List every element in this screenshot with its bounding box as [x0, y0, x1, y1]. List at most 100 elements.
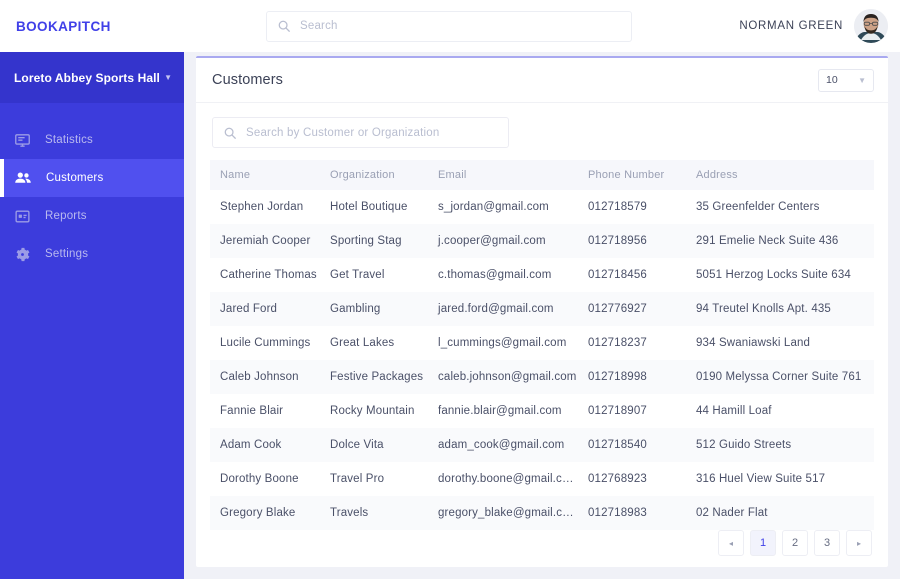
pagination: ◂ 1 2 3 ▸: [196, 530, 888, 572]
cell-phone-number: 012718237: [588, 337, 647, 349]
people-icon: [14, 169, 32, 187]
app-logo[interactable]: BOOKAPITCH: [0, 19, 184, 34]
column-header-email[interactable]: Email: [428, 160, 578, 190]
sidebar-org-title: Loreto Abbey Sports Hall: [14, 70, 160, 85]
table-row[interactable]: Fannie Blair Rocky Mountain fannie.blair@g…: [210, 394, 874, 428]
pagination-prev-button[interactable]: ◂: [718, 530, 744, 556]
cell-phone-number: 012718579: [588, 201, 647, 213]
table-row[interactable]: Caleb Johnson Festive Packages caleb.johns…: [210, 360, 874, 394]
page-title: Customers: [212, 72, 283, 88]
cell-email: s_jordan@gmail.com: [438, 201, 549, 213]
gear-icon: [14, 246, 31, 263]
pagination-page-2[interactable]: 2: [782, 530, 808, 556]
cell-phone-number: 012718907: [588, 405, 647, 417]
pagination-next-button[interactable]: ▸: [846, 530, 872, 556]
chevron-down-icon: ▼: [858, 75, 866, 85]
search-icon: [223, 126, 237, 140]
global-search-input[interactable]: Search: [266, 10, 632, 42]
table-head: Name Organization Email Phone Number Add…: [210, 160, 874, 190]
cell-organization: Travels: [330, 507, 369, 519]
cell-name: Caleb Johnson: [220, 371, 299, 383]
sidebar-nav: Statistics Customers Reports Settings: [0, 103, 184, 273]
sidebar-org-selector[interactable]: Loreto Abbey Sports Hall ▼: [0, 52, 184, 103]
cell-organization: Dolce Vita: [330, 439, 384, 451]
cell-email: fannie.blair@gmail.com: [438, 405, 562, 417]
cell-email: c.thomas@gmail.com: [438, 269, 552, 281]
table-header-row: Name Organization Email Phone Number Add…: [210, 160, 874, 190]
customers-table: Name Organization Email Phone Number Add…: [210, 160, 874, 530]
cell-email: caleb.johnson@gmail.com: [438, 371, 577, 383]
page-size-value: 10: [826, 74, 838, 86]
cell-address: 316 Huel View Suite 517: [696, 473, 826, 485]
table-row[interactable]: Jeremiah Cooper Sporting Stag j.cooper@gma…: [210, 224, 874, 258]
cell-name: Adam Cook: [220, 439, 282, 451]
pagination-page-1[interactable]: 1: [750, 530, 776, 556]
cell-name: Catherine Thomas: [220, 269, 317, 281]
cell-email: dorothy.boone@gmail.com: [438, 473, 578, 485]
monitor-icon: [14, 132, 31, 149]
cell-name: Fannie Blair: [220, 405, 284, 417]
page-body: Loreto Abbey Sports Hall ▼ Statistics Cu…: [0, 52, 900, 579]
cell-address: 02 Nader Flat: [696, 507, 768, 519]
column-header-organization[interactable]: Organization: [320, 160, 428, 190]
cell-name: Jared Ford: [220, 303, 278, 315]
page-size-select[interactable]: 10 ▼: [818, 68, 874, 92]
cell-phone-number: 012768923: [588, 473, 647, 485]
table-row[interactable]: Gregory Blake Travels gregory_blake@gmail.…: [210, 496, 874, 530]
sidebar: Loreto Abbey Sports Hall ▼ Statistics Cu…: [0, 52, 184, 579]
table-search-input[interactable]: Search by Customer or Organization: [212, 117, 509, 148]
cell-organization: Gambling: [330, 303, 381, 315]
avatar[interactable]: [854, 9, 888, 43]
table-row[interactable]: Dorothy Boone Travel Pro dorothy.boone@gma…: [210, 462, 874, 496]
table-row[interactable]: Jared Ford Gambling jared.ford@gmail.com 01…: [210, 292, 874, 326]
cell-organization: Rocky Mountain: [330, 405, 415, 417]
user-menu[interactable]: NORMAN GREEN: [739, 9, 888, 43]
cell-name: Dorothy Boone: [220, 473, 299, 485]
sidebar-item-statistics[interactable]: Statistics: [0, 121, 184, 159]
card-header: Customers 10 ▼: [196, 58, 888, 103]
customers-card: Customers 10 ▼ Search by Customer or Org…: [196, 56, 888, 567]
column-header-address[interactable]: Address: [686, 160, 874, 190]
cell-address: 0190 Melyssa Corner Suite 761: [696, 371, 862, 383]
cell-organization: Hotel Boutique: [330, 201, 408, 213]
table-search-placeholder: Search by Customer or Organization: [246, 126, 440, 139]
sidebar-item-label: Customers: [46, 172, 104, 184]
sidebar-item-label: Settings: [45, 248, 89, 260]
cell-address: 44 Hamill Loaf: [696, 405, 772, 417]
column-header-name[interactable]: Name: [210, 160, 320, 190]
top-bar: BOOKAPITCH Search NORMAN GREEN: [0, 0, 900, 52]
table-search-wrapper: Search by Customer or Organization: [196, 103, 888, 160]
cell-organization: Travel Pro: [330, 473, 385, 485]
sidebar-item-customers[interactable]: Customers: [0, 159, 184, 197]
table-row[interactable]: Adam Cook Dolce Vita adam_cook@gmail.com 01…: [210, 428, 874, 462]
table-body: Stephen Jordan Hotel Boutique s_jordan@gma…: [210, 190, 874, 530]
cell-address: 291 Emelie Neck Suite 436: [696, 235, 839, 247]
table-row[interactable]: Lucile Cummings Great Lakes l_cummings@gma…: [210, 326, 874, 360]
cell-organization: Festive Packages: [330, 371, 424, 383]
cell-email: gregory_blake@gmail.com: [438, 507, 578, 519]
cell-phone-number: 012776927: [588, 303, 647, 315]
global-search-wrapper: Search: [266, 10, 632, 42]
pagination-page-3[interactable]: 3: [814, 530, 840, 556]
global-search-placeholder: Search: [300, 20, 338, 32]
user-name-label: NORMAN GREEN: [739, 20, 843, 32]
table-row[interactable]: Catherine Thomas Get Travel c.thomas@gmail…: [210, 258, 874, 292]
cell-email: adam_cook@gmail.com: [438, 439, 565, 451]
customers-table-wrapper: Name Organization Email Phone Number Add…: [196, 160, 888, 530]
main-content: Customers 10 ▼ Search by Customer or Org…: [184, 52, 900, 579]
chevron-down-icon: ▼: [164, 72, 172, 82]
cell-address: 35 Greenfelder Centers: [696, 201, 820, 213]
column-header-phone-number[interactable]: Phone Number: [578, 160, 686, 190]
sidebar-item-reports[interactable]: Reports: [0, 197, 184, 235]
cell-phone-number: 012718998: [588, 371, 647, 383]
cell-phone-number: 012718983: [588, 507, 647, 519]
cell-organization: Sporting Stag: [330, 235, 402, 247]
cell-email: jared.ford@gmail.com: [438, 303, 554, 315]
table-row[interactable]: Stephen Jordan Hotel Boutique s_jordan@gma…: [210, 190, 874, 224]
cell-name: Gregory Blake: [220, 507, 296, 519]
cell-email: l_cummings@gmail.com: [438, 337, 567, 349]
sidebar-item-settings[interactable]: Settings: [0, 235, 184, 273]
cell-address: 94 Treutel Knolls Apt. 435: [696, 303, 831, 315]
search-icon: [277, 19, 291, 33]
cell-name: Lucile Cummings: [220, 337, 311, 349]
